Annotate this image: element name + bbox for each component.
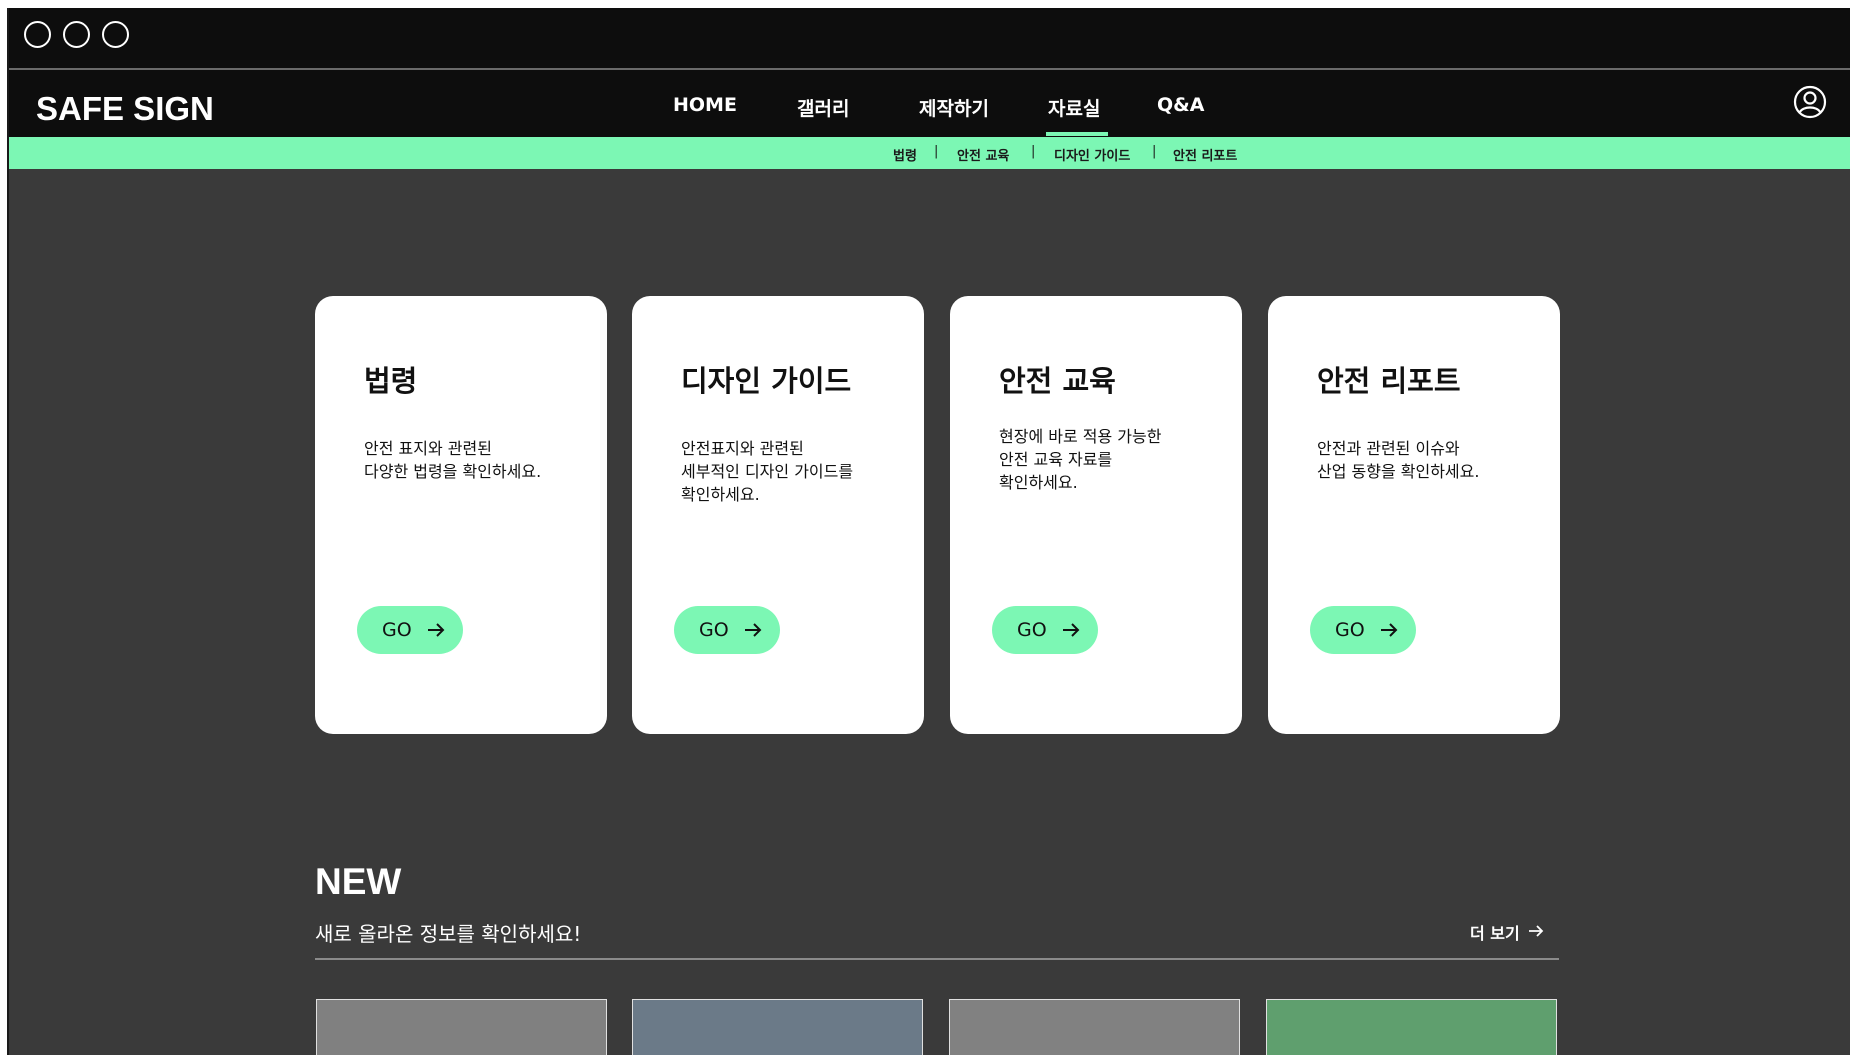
card-design-guide: 디자인 가이드 안전표지와 관련된 세부적인 디자인 가이드를 확인하세요. G…: [632, 296, 924, 734]
subnav-separator: |: [1152, 144, 1157, 159]
window-control-close[interactable]: [24, 21, 51, 48]
new-item-thumbnail[interactable]: [632, 999, 923, 1055]
subnav-item-education[interactable]: 안전 교육: [957, 145, 1009, 164]
arrow-right-icon: [428, 623, 445, 637]
nav-item-home[interactable]: HOME: [673, 94, 737, 116]
arrow-right-icon: [745, 623, 762, 637]
go-label: GO: [699, 619, 729, 641]
go-label: GO: [1017, 619, 1047, 641]
go-button[interactable]: GO: [674, 606, 780, 654]
user-circle-icon[interactable]: [1793, 85, 1827, 119]
window-control-minimize[interactable]: [63, 21, 90, 48]
go-button[interactable]: GO: [357, 606, 463, 654]
new-item-thumbnail[interactable]: [949, 999, 1240, 1055]
arrow-right-icon: [1063, 623, 1080, 637]
card-description: 안전 표지와 관련된 다양한 법령을 확인하세요.: [364, 439, 542, 481]
arrow-right-icon[interactable]: [1527, 922, 1545, 940]
subnav-separator: |: [1031, 144, 1036, 159]
nav-item-resources[interactable]: 자료실: [1045, 94, 1109, 136]
card-description: 안전과 관련된 이슈와 산업 동향을 확인하세요.: [1317, 439, 1480, 481]
subnav-item-design-guide[interactable]: 디자인 가이드: [1054, 145, 1130, 164]
new-section-subtitle: 새로 올라온 정보를 확인하세요!: [315, 922, 582, 946]
top-navigation-bar: SAFE SIGN HOME 갤러리 제작하기 자료실 Q&A: [9, 70, 1850, 145]
new-item-thumbnail[interactable]: [316, 999, 607, 1055]
window-title-bar: [9, 8, 1850, 70]
card-safety-report: 안전 리포트 안전과 관련된 이슈와 산업 동향을 확인하세요. GO: [1268, 296, 1560, 734]
card-title: 디자인 가이드: [681, 364, 852, 398]
go-label: GO: [382, 619, 412, 641]
site-logo[interactable]: SAFE SIGN: [36, 90, 214, 128]
subnav-item-law[interactable]: 법령: [893, 145, 917, 164]
card-description: 안전표지와 관련된 세부적인 디자인 가이드를 확인하세요.: [681, 439, 854, 504]
card-title: 안전 교육: [999, 364, 1116, 398]
nav-item-qna[interactable]: Q&A: [1157, 94, 1204, 116]
browser-window: SAFE SIGN HOME 갤러리 제작하기 자료실 Q&A 법령 | 안전 …: [7, 8, 1850, 1055]
new-section-title: NEW: [315, 861, 402, 902]
go-label: GO: [1335, 619, 1365, 641]
card-description: 현장에 바로 적용 가능한 안전 교육 자료를 확인하세요.: [999, 427, 1162, 492]
nav-item-create[interactable]: 제작하기: [919, 94, 989, 121]
card-safety-education: 안전 교육 현장에 바로 적용 가능한 안전 교육 자료를 확인하세요. GO: [950, 296, 1242, 734]
window-control-maximize[interactable]: [102, 21, 129, 48]
sub-navigation-bar: 법령 | 안전 교육 | 디자인 가이드 | 안전 리포트: [9, 137, 1850, 169]
subnav-separator: |: [934, 144, 939, 159]
see-more-link[interactable]: 더 보기: [1470, 920, 1520, 944]
go-button[interactable]: GO: [1310, 606, 1416, 654]
arrow-right-icon: [1381, 623, 1398, 637]
card-law: 법령 안전 표지와 관련된 다양한 법령을 확인하세요. GO: [315, 296, 607, 734]
subnav-item-report[interactable]: 안전 리포트: [1173, 145, 1237, 164]
card-title: 법령: [364, 364, 418, 398]
go-button[interactable]: GO: [992, 606, 1098, 654]
nav-item-gallery[interactable]: 갤러리: [797, 94, 849, 121]
new-item-thumbnail[interactable]: [1266, 999, 1557, 1055]
section-divider: [315, 958, 1559, 960]
card-title: 안전 리포트: [1317, 364, 1461, 398]
